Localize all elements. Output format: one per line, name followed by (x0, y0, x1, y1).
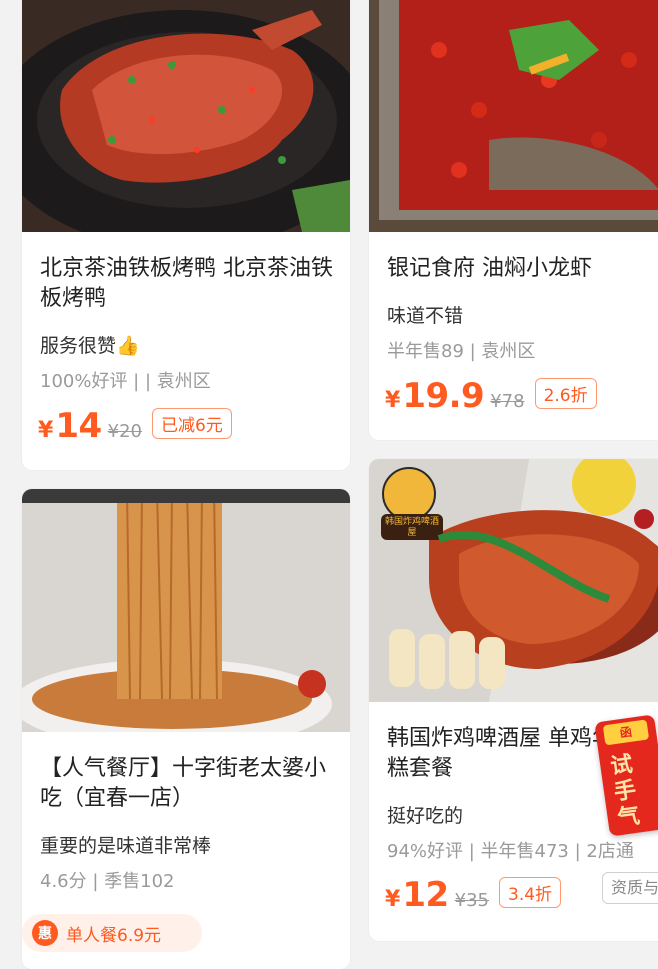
discount-icon: 惠 (32, 920, 58, 946)
envelope-char: 气 (616, 803, 642, 832)
price: 12 (402, 875, 449, 915)
card-review: 重要的是味道非常棒 (40, 835, 212, 857)
chicken-image[interactable]: 韩国炸鸡啤酒屋 (369, 459, 658, 702)
price-row: ¥ 12 ¥35 3.4折 (385, 875, 562, 915)
card-meta: 94%好评 | 半年售473 | 2店通 (387, 841, 634, 862)
duck-image[interactable] (22, 0, 350, 232)
card-title: 银记食府 油焖小龙虾 (387, 256, 592, 281)
card-meta: 半年售89 | 袁州区 (387, 341, 536, 362)
original-price: ¥35 (454, 890, 489, 911)
promo-text: 单人餐6.9元 (66, 925, 162, 946)
price: 19.9 (402, 376, 485, 416)
currency-symbol: ¥ (385, 388, 401, 413)
card-review: 挺好吃的 (387, 805, 464, 827)
promo-badge[interactable]: 惠 单人餐6.9元 (22, 914, 202, 952)
original-price: ¥20 (107, 421, 142, 442)
price-row: ¥ 19.9 ¥78 2.6折 (385, 376, 597, 416)
card-meta: 4.6分 | 季售102 (40, 871, 175, 892)
currency-symbol: ¥ (38, 418, 54, 443)
fish-image[interactable] (369, 0, 658, 232)
card-title: 【人气餐厅】十字街老太婆小吃（宜春一店） (40, 756, 327, 811)
card-meta: 100%好评 | | 袁州区 (40, 371, 211, 392)
product-card-noodles[interactable]: 【人气餐厅】十字街老太婆小吃（宜春一店） 重要的是味道非常棒 4.6分 | 季售… (22, 489, 350, 969)
discount-tag: 3.4折 (499, 877, 562, 908)
price: 14 (55, 406, 102, 446)
card-title: 韩国炸鸡啤酒屋 单鸡年糕套餐 (387, 726, 614, 781)
price-row: ¥ 14 ¥20 已减6元 (38, 406, 232, 446)
envelope-cap-icon: 函 (602, 719, 650, 746)
product-card-duck[interactable]: 北京茶油铁板烤鸭 北京茶油铁板烤鸭 服务很赞👍 100%好评 | | 袁州区 ¥… (22, 0, 350, 470)
card-review: 服务很赞👍 (40, 335, 140, 357)
qualification-chip[interactable]: 资质与 (602, 872, 658, 904)
discount-tag: 已减6元 (152, 408, 232, 439)
discount-tag: 2.6折 (534, 378, 597, 409)
product-card-chicken[interactable]: 韩国炸鸡啤酒屋 韩国炸鸡啤酒屋 单鸡年糕套餐 挺好吃的 94%好评 | 半年售4… (369, 459, 658, 941)
currency-symbol: ¥ (385, 887, 401, 912)
logo-text: 韩国炸鸡啤酒屋 (385, 517, 440, 538)
product-card-fish[interactable]: 银记食府 油焖小龙虾 味道不错 半年售89 | 袁州区 ¥ 19.9 ¥78 2… (369, 0, 658, 440)
card-review: 味道不错 (387, 305, 464, 327)
original-price: ¥78 (490, 391, 525, 412)
noodles-image[interactable] (22, 489, 350, 732)
card-title: 北京茶油铁板烤鸭 北京茶油铁板烤鸭 (40, 256, 333, 311)
